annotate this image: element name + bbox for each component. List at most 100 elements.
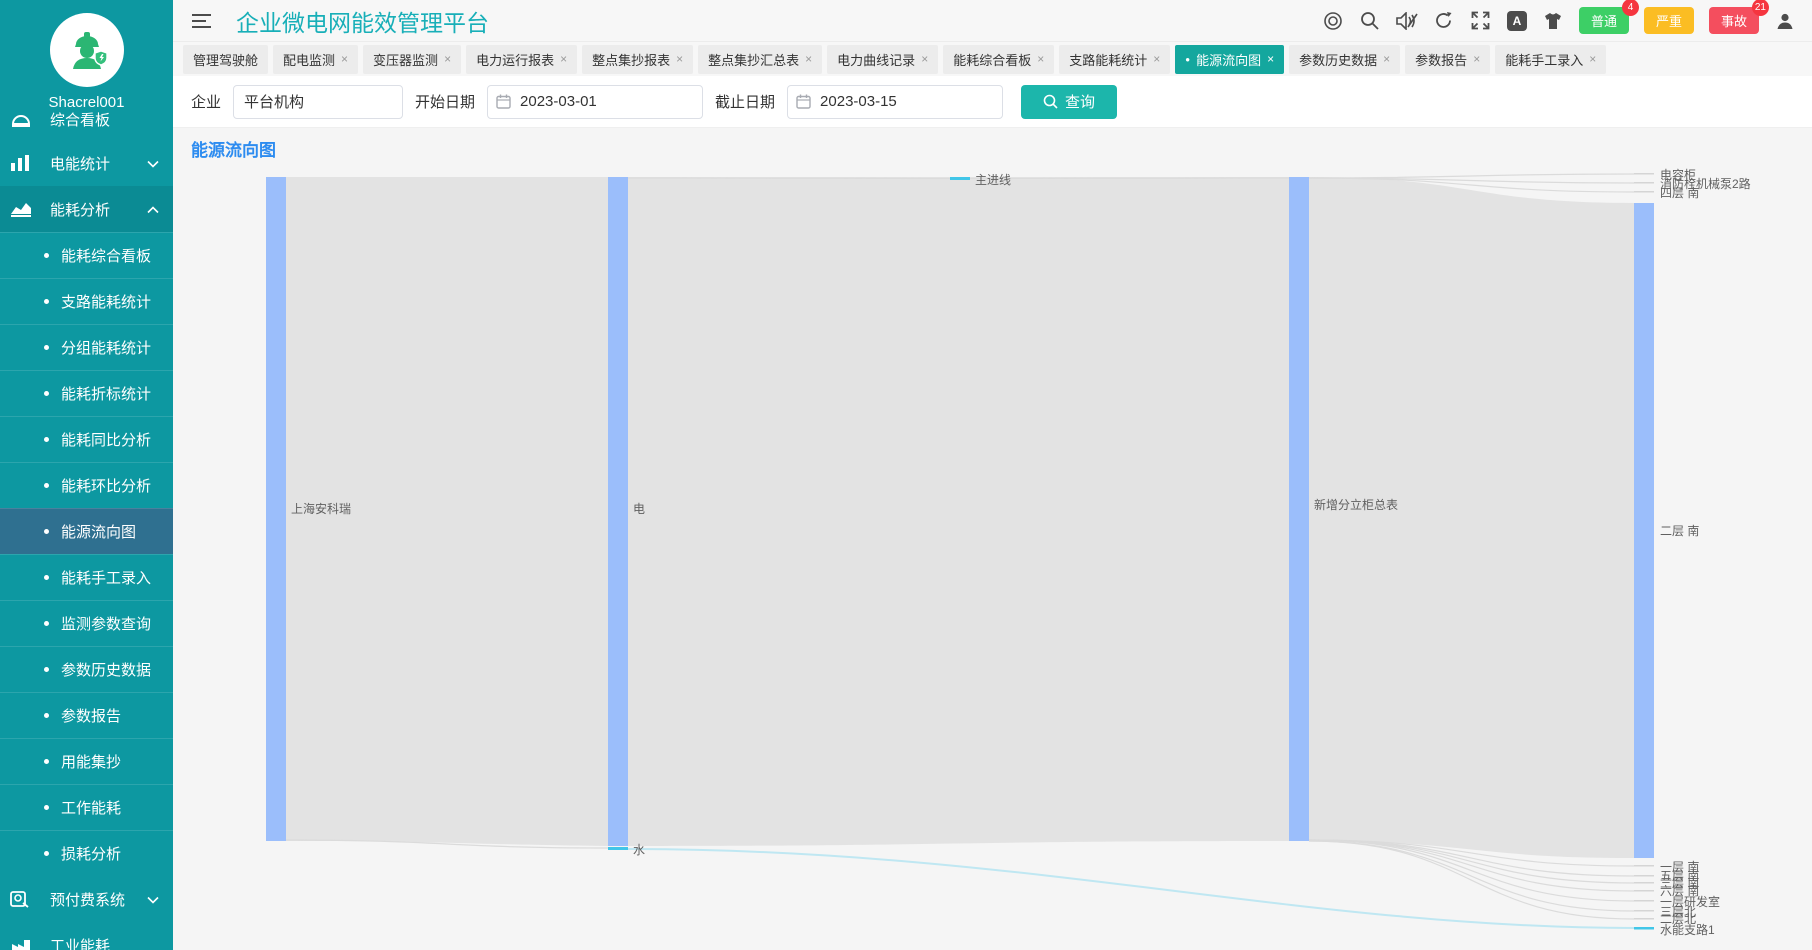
tab-6[interactable]: 电力曲线记录×	[827, 45, 938, 74]
dashboard-icon	[10, 112, 36, 130]
sidebar-subitem-7[interactable]: 能耗手工录入	[0, 554, 173, 600]
bullet-dot	[44, 805, 49, 810]
sankey-node[interactable]	[1634, 191, 1654, 193]
end-date-input[interactable]	[787, 85, 1003, 119]
sankey-node[interactable]	[1634, 918, 1654, 920]
tab-label: 支路能耗统计	[1069, 50, 1147, 69]
search-icon[interactable]	[1359, 10, 1381, 32]
sankey-node[interactable]	[1634, 910, 1654, 912]
language-icon[interactable]: A	[1507, 11, 1527, 31]
sidebar-item-prepaid-system[interactable]: 预付费系统	[0, 876, 173, 922]
sidebar-subitem-label: 支路能耗统计	[61, 291, 151, 312]
sidebar-subitem-9[interactable]: 参数历史数据	[0, 646, 173, 692]
sidebar-item-industrial-energy[interactable]: 工业能耗	[0, 922, 173, 950]
sankey-node[interactable]	[608, 177, 628, 846]
sidebar-subitem-5[interactable]: 能耗环比分析	[0, 462, 173, 508]
sankey-node[interactable]	[608, 847, 628, 850]
tab-2[interactable]: 变压器监测×	[363, 45, 461, 74]
start-date-input[interactable]	[487, 85, 703, 119]
sankey-node[interactable]	[1634, 182, 1654, 184]
tab-10[interactable]: 参数历史数据×	[1289, 45, 1400, 74]
tab-4[interactable]: 整点集抄报表 ×	[582, 45, 693, 74]
tab-close-icon[interactable]: ×	[1383, 52, 1390, 66]
tab-close-icon[interactable]: ×	[676, 52, 683, 66]
sidebar-subitem-11[interactable]: 用能集抄	[0, 738, 173, 784]
end-date-wrap	[787, 85, 1003, 119]
sankey-node[interactable]	[1634, 865, 1654, 867]
query-search-icon	[1043, 94, 1058, 109]
sankey-node[interactable]	[1634, 890, 1654, 892]
sankey-node[interactable]	[266, 177, 286, 841]
tab-11[interactable]: 参数报告×	[1405, 45, 1490, 74]
sankey-link[interactable]	[628, 178, 950, 179]
tab-close-icon[interactable]: ×	[560, 52, 567, 66]
shirt-icon[interactable]	[1542, 10, 1564, 32]
tab-close-icon[interactable]: ×	[805, 52, 812, 66]
sankey-link[interactable]	[628, 177, 1289, 846]
tab-bar: 管理驾驶舱配电监测×变压器监测×电力运行报表×整点集抄报表×整点集抄汇总表×电力…	[173, 42, 1812, 76]
sankey-node[interactable]	[950, 177, 970, 180]
sankey-node[interactable]	[1289, 177, 1309, 841]
sankey-node[interactable]	[1634, 882, 1654, 884]
user-icon[interactable]	[1774, 10, 1796, 32]
sankey-node[interactable]	[1634, 927, 1654, 930]
bar-chart-icon	[10, 152, 36, 174]
sidebar-subitem-10[interactable]: 参数报告	[0, 692, 173, 738]
sidebar-subitem-2[interactable]: 分组能耗统计	[0, 324, 173, 370]
menu-icon[interactable]	[190, 10, 212, 32]
tab-12[interactable]: 能耗手工录入×	[1495, 45, 1606, 74]
sidebar-subitem-0[interactable]: 能耗综合看板	[0, 232, 173, 278]
tab-1[interactable]: 配电监测×	[273, 45, 358, 74]
bullet-dot	[44, 299, 49, 304]
tab-close-icon[interactable]: ×	[921, 52, 928, 66]
sankey-node[interactable]	[1634, 203, 1654, 858]
sidebar-item-partial[interactable]: 综合看板	[0, 112, 173, 140]
tab-close-icon[interactable]: ×	[1589, 52, 1596, 66]
sidebar-subitem-1[interactable]: 支路能耗统计	[0, 278, 173, 324]
alarm-badge-normal[interactable]: 普通 4	[1579, 7, 1629, 34]
sidebar-item-electric-stats[interactable]: 电能统计	[0, 140, 173, 186]
sidebar-subitem-8[interactable]: 监测参数查询	[0, 600, 173, 646]
tab-close-icon[interactable]: ×	[1267, 52, 1274, 66]
bullet-dot	[44, 529, 49, 534]
avatar[interactable]	[50, 13, 124, 87]
chevron-down-icon	[147, 155, 159, 172]
target-icon[interactable]	[1322, 10, 1344, 32]
tab-close-icon[interactable]: ×	[1153, 52, 1160, 66]
sankey-link[interactable]	[970, 178, 1289, 179]
sidebar-subitem-6[interactable]: 能源流向图	[0, 508, 173, 554]
tab-7[interactable]: 能耗综合看板×	[943, 45, 1054, 74]
sidebar-subitem-12[interactable]: 工作能耗	[0, 784, 173, 830]
tab-close-icon[interactable]: ×	[341, 52, 348, 66]
alarm-badge-accident[interactable]: 事故 21	[1709, 7, 1759, 34]
sankey-link[interactable]	[1309, 177, 1634, 858]
bullet-dot	[44, 759, 49, 764]
tab-close-icon[interactable]: ×	[1473, 52, 1480, 66]
sankey-node[interactable]	[1634, 875, 1654, 877]
bullet-dot	[44, 345, 49, 350]
tab-8[interactable]: 支路能耗统计 ×	[1059, 45, 1170, 74]
sankey-link[interactable]	[1309, 174, 1634, 178]
mute-icon[interactable]	[1396, 10, 1418, 32]
sidebar-subitem-3[interactable]: 能耗折标统计	[0, 370, 173, 416]
tab-label: 整点集抄报表	[592, 50, 670, 69]
tab-0[interactable]: 管理驾驶舱	[183, 45, 268, 74]
sidebar-subitem-4[interactable]: 能耗同比分析	[0, 416, 173, 462]
sankey-node[interactable]	[1634, 900, 1654, 902]
sidebar-subitem-label: 损耗分析	[61, 843, 121, 864]
sidebar-item-energy-analysis[interactable]: 能耗分析	[0, 186, 173, 232]
tab-5[interactable]: 整点集抄汇总表×	[698, 45, 822, 74]
refresh-icon[interactable]	[1433, 10, 1455, 32]
alarm-count-accident: 21	[1752, 0, 1769, 16]
fullscreen-icon[interactable]	[1470, 10, 1492, 32]
tab-close-icon[interactable]: ×	[444, 52, 451, 66]
sidebar-subitem-label: 工作能耗	[61, 797, 121, 818]
alarm-badge-severe[interactable]: 严重	[1644, 7, 1694, 34]
query-button[interactable]: 查询	[1021, 85, 1117, 119]
company-input[interactable]	[233, 85, 403, 119]
sidebar-subitem-13[interactable]: 损耗分析	[0, 830, 173, 876]
tab-9[interactable]: ●能源流向图×	[1175, 45, 1284, 74]
tab-3[interactable]: 电力运行报表×	[466, 45, 577, 74]
sankey-node[interactable]	[1634, 173, 1654, 175]
tab-close-icon[interactable]: ×	[1037, 52, 1044, 66]
